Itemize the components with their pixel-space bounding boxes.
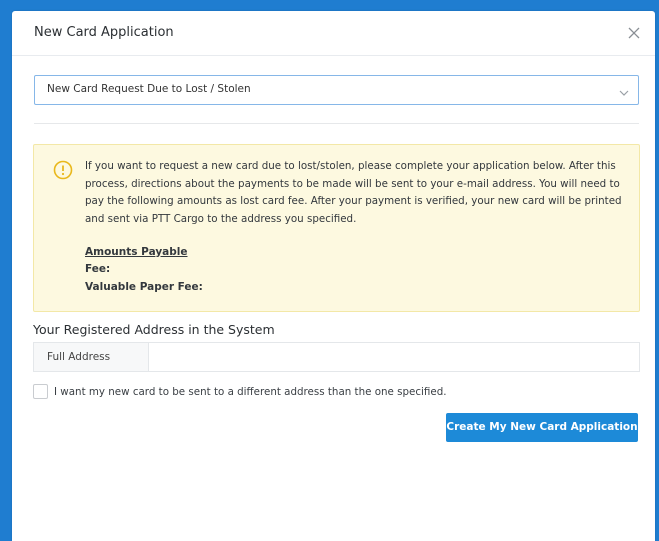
amounts-payable-title: Amounts Payable (85, 246, 188, 258)
different-address-label[interactable]: I want my new card to be sent to a diffe… (54, 386, 447, 398)
lost-card-notice: If you want to request a new card due to… (33, 144, 640, 312)
request-type-value: New Card Request Due to Lost / Stolen (47, 83, 251, 95)
address-prefix-label: Full Address (47, 351, 111, 363)
divider (34, 123, 639, 124)
full-address-input[interactable] (149, 343, 641, 371)
registered-address-title: Your Registered Address in the System (33, 322, 275, 337)
close-icon[interactable] (625, 24, 643, 42)
notice-text: If you want to request a new card due to… (85, 160, 622, 225)
chevron-down-icon (618, 84, 630, 96)
modal-header: New Card Application (12, 11, 655, 56)
valuable-paper-fee-label: Valuable Paper Fee: (85, 281, 203, 293)
different-address-checkbox[interactable] (33, 384, 48, 399)
fee-label: Fee: (85, 263, 111, 275)
create-application-button[interactable]: Create My New Card Application (446, 413, 638, 442)
exclamation-circle-icon (53, 160, 73, 180)
address-input-group: Full Address (33, 342, 641, 372)
new-card-modal: New Card Application New Card Request Du… (12, 11, 655, 541)
address-prefix: Full Address (34, 343, 149, 371)
request-type-select[interactable]: New Card Request Due to Lost / Stolen (34, 75, 639, 105)
modal-title: New Card Application (34, 25, 174, 40)
